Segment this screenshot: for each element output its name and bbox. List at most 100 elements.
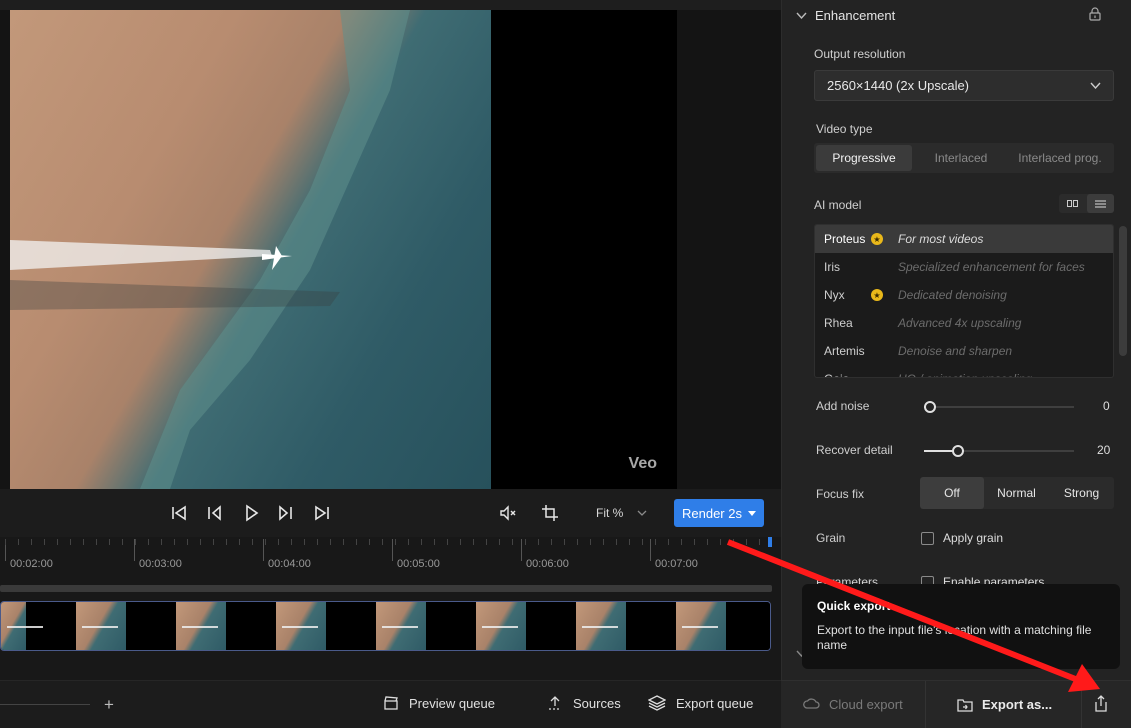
video-type-label: Video type <box>816 122 873 136</box>
ruler-minor-tick <box>707 539 708 545</box>
ruler-minor-tick <box>421 539 422 545</box>
sources-button[interactable]: Sources <box>547 695 621 711</box>
recover-detail-slider[interactable] <box>924 445 1074 457</box>
next-frame-icon[interactable] <box>272 499 300 527</box>
export-divider <box>1081 681 1082 728</box>
skip-to-start-icon[interactable] <box>165 499 193 527</box>
bottom-toolbar: + Preview queue Sources Export queue <box>0 680 781 728</box>
model-row[interactable]: Iris Specialized enhancement for faces <box>815 253 1113 281</box>
chevron-down-icon <box>1090 82 1101 89</box>
model-row[interactable]: Rhea Advanced 4x upscaling <box>815 309 1113 337</box>
clip-thumbnail <box>326 602 376 650</box>
export-as-button[interactable]: Export as... <box>957 697 1052 712</box>
ai-model-list[interactable]: Proteus ★ For most videos Iris Specialized e… <box>814 224 1114 378</box>
list-view-icon[interactable] <box>1086 194 1114 213</box>
recommended-star-icon: ★ <box>871 289 883 301</box>
mute-icon[interactable] <box>494 499 522 527</box>
output-resolution-select[interactable]: 2560×1440 (2x Upscale) <box>814 70 1114 101</box>
ruler-minor-tick <box>317 539 318 545</box>
fit-zoom-label: Fit % <box>596 506 624 520</box>
timeline-scrollbar[interactable] <box>0 585 772 592</box>
add-noise-knob[interactable] <box>924 401 936 413</box>
model-row[interactable]: Nyx ★ Dedicated denoising <box>815 281 1113 309</box>
section-title: Enhancement <box>815 8 896 23</box>
ruler-minor-tick <box>382 539 383 545</box>
panel-scrollbar[interactable] <box>1119 226 1127 356</box>
model-description: HQ / animation upscaling <box>898 372 1032 377</box>
ruler-minor-tick <box>70 539 71 545</box>
ruler-minor-tick <box>96 539 97 545</box>
fit-zoom-select[interactable]: Fit % <box>596 506 647 520</box>
play-icon[interactable] <box>237 499 265 527</box>
ruler-tick <box>392 539 393 561</box>
crop-icon[interactable] <box>536 499 564 527</box>
preview-queue-button[interactable]: Preview queue <box>383 695 495 711</box>
ruler-minor-tick <box>57 539 58 545</box>
clapper-icon <box>384 696 398 710</box>
model-row[interactable]: Artemis Denoise and sharpen <box>815 337 1113 365</box>
ruler-minor-tick <box>239 539 240 545</box>
model-description: Denoise and sharpen <box>898 344 1013 358</box>
ruler-minor-tick <box>265 539 266 545</box>
cloud-export-button[interactable]: Cloud export <box>803 697 903 712</box>
ruler-minor-tick <box>486 539 487 545</box>
ruler-minor-tick <box>174 539 175 545</box>
recover-detail-value: 20 <box>1097 443 1111 457</box>
ruler-minor-tick <box>473 539 474 545</box>
ruler-minor-tick <box>5 539 6 545</box>
previous-frame-icon[interactable] <box>200 499 228 527</box>
grain-label: Grain <box>816 531 846 545</box>
video-type-option[interactable]: Progressive <box>816 145 912 171</box>
grid-view-icon[interactable] <box>1059 194 1087 213</box>
ruler-minor-tick <box>746 539 747 545</box>
clip-thumbnail <box>226 602 276 650</box>
zoom-slider-track[interactable] <box>0 704 90 705</box>
focus-fix-segmented-control: Off Normal Strong <box>920 477 1114 509</box>
model-row[interactable]: Gaia HQ / animation upscaling <box>815 365 1113 377</box>
render-button[interactable]: Render 2s <box>674 499 764 527</box>
time-ruler[interactable]: 00:02:00 00:03:00 00:04:00 00:05:00 00:06:00… <box>0 537 772 577</box>
quick-export-icon[interactable] <box>1093 695 1109 716</box>
ruler-minor-tick <box>395 539 396 545</box>
caret-down-icon <box>747 510 756 516</box>
skip-to-end-icon[interactable] <box>308 499 336 527</box>
video-type-option[interactable]: Interlaced prog. <box>1010 145 1110 171</box>
model-name: Gaia <box>824 372 870 377</box>
recover-detail-knob[interactable] <box>952 445 964 457</box>
lock-icon[interactable] <box>1088 7 1102 24</box>
ruler-label: 00:02:00 <box>10 558 53 570</box>
apply-grain-checkbox[interactable]: Apply grain <box>921 531 1003 545</box>
ruler-minor-tick <box>447 539 448 545</box>
model-row[interactable]: Proteus ★ For most videos <box>815 225 1113 253</box>
zoom-in-icon[interactable]: + <box>104 695 114 715</box>
add-noise-slider[interactable] <box>924 401 1074 413</box>
export-queue-button[interactable]: Export queue <box>648 695 753 711</box>
cloud-export-label: Cloud export <box>829 697 903 712</box>
focus-fix-option[interactable]: Strong <box>1049 477 1114 509</box>
ruler-label: 00:07:00 <box>655 558 698 570</box>
ruler-minor-tick <box>330 539 331 545</box>
model-name: Nyx <box>824 288 845 302</box>
timeline[interactable]: 00:02:00 00:03:00 00:04:00 00:05:00 00:06:00… <box>0 537 781 680</box>
clip-thumbnail <box>626 602 676 650</box>
model-description: For most videos <box>898 232 984 246</box>
clip-thumbnail <box>726 602 770 650</box>
playhead-marker[interactable] <box>768 537 772 547</box>
focus-fix-option[interactable]: Off <box>920 477 984 509</box>
video-type-option[interactable]: Interlaced <box>912 145 1010 171</box>
add-noise-label: Add noise <box>816 399 870 413</box>
quick-export-tooltip: Quick export Export to the input file's … <box>802 584 1120 669</box>
clip-thumbnail-strip[interactable] <box>0 601 771 651</box>
section-header[interactable]: Enhancement <box>796 8 895 23</box>
ruler-minor-tick <box>733 539 734 545</box>
clip-thumbnail <box>576 602 626 650</box>
ruler-minor-tick <box>135 539 136 545</box>
ruler-minor-tick <box>200 539 201 545</box>
clip-thumbnail <box>76 602 126 650</box>
ruler-tick <box>650 539 651 561</box>
ruler-minor-tick <box>538 539 539 545</box>
ruler-minor-tick <box>187 539 188 545</box>
ruler-tick <box>521 539 522 561</box>
checkbox-box[interactable] <box>921 531 934 545</box>
focus-fix-option[interactable]: Normal <box>984 477 1049 509</box>
